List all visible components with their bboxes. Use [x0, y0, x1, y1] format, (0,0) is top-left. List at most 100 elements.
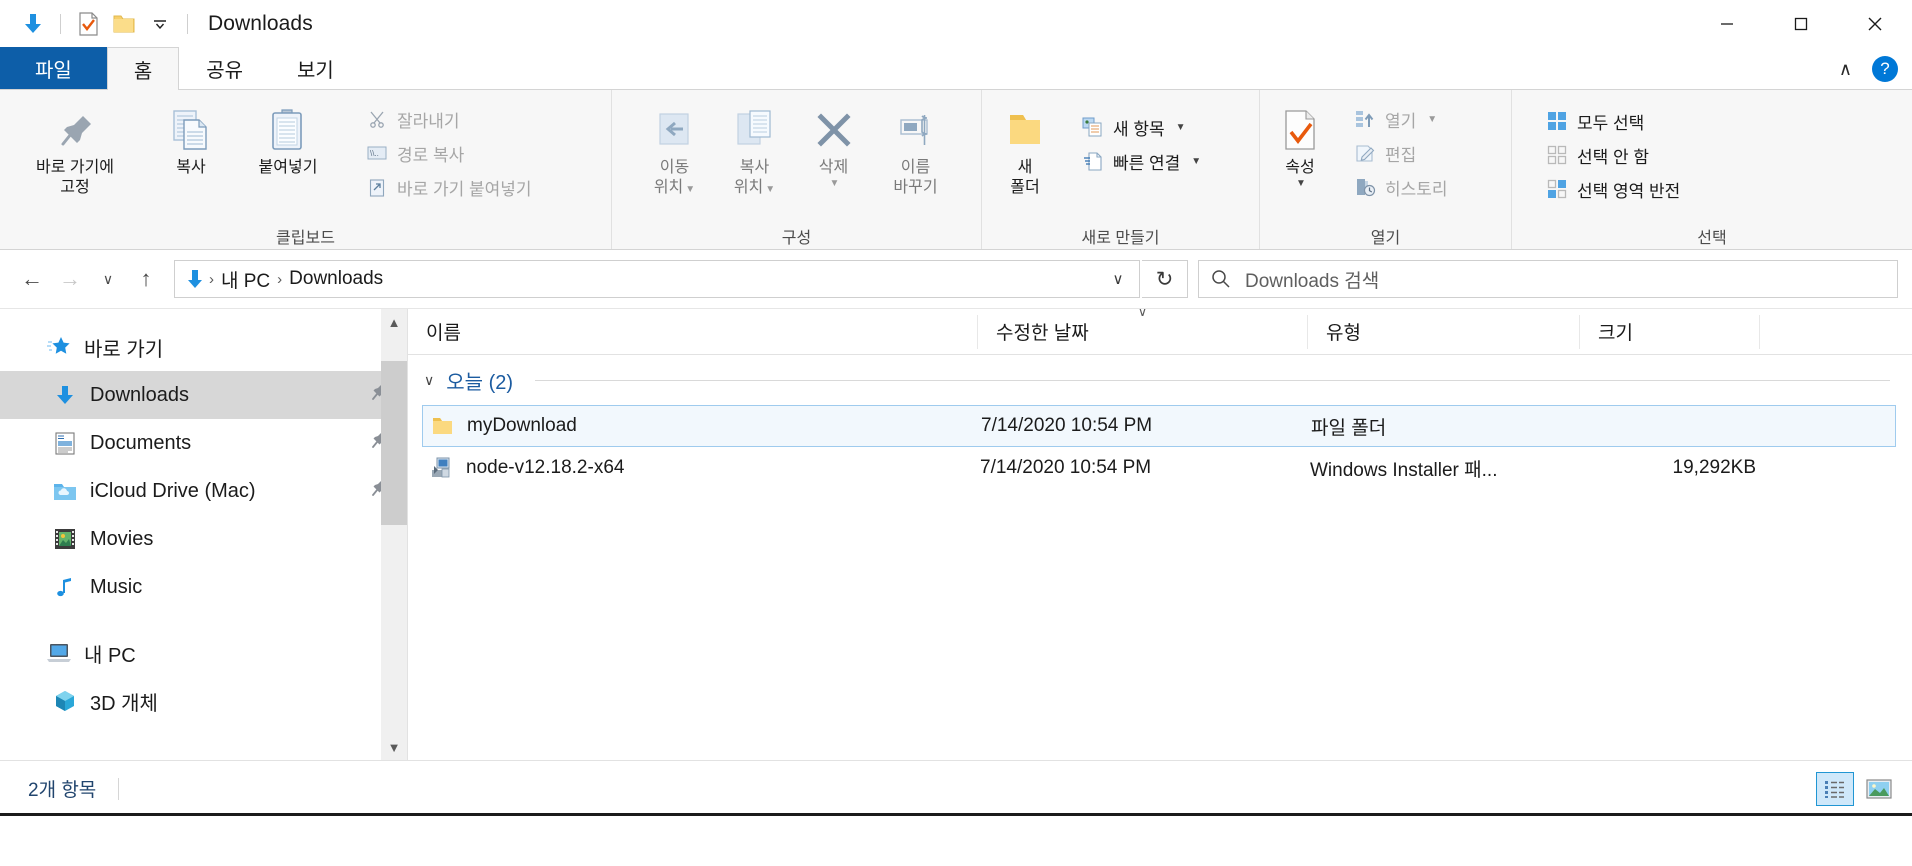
column-date-modified[interactable]: ∨ 수정한 날짜 — [978, 309, 1308, 349]
scroll-down-icon[interactable]: ▼ — [381, 734, 407, 760]
breadcrumb-item-this-pc[interactable]: 내 PC — [216, 266, 275, 293]
pin-to-quick-access-button[interactable]: 바로 가기에 고정 — [0, 100, 150, 202]
new-folder-icon[interactable] — [107, 7, 141, 41]
paste-label: 붙여넣기 — [258, 159, 318, 176]
sort-indicator-icon: ∨ — [1137, 309, 1148, 319]
delete-button[interactable]: 삭제 ▼ — [795, 100, 873, 195]
search-input[interactable]: Downloads 검색 — [1245, 266, 1379, 293]
column-type-label: 유형 — [1326, 323, 1361, 344]
ribbon-group-organize: 이동 위치 ▼ 복사 위치 ▼ 삭제 ▼ 이름 바꾸기 구성 — [612, 90, 982, 249]
customize-chevron-icon[interactable] — [143, 7, 177, 41]
tab-home[interactable]: 홈 — [106, 47, 180, 90]
open-button[interactable]: 열기 ▼ — [1346, 102, 1456, 136]
sidebar-item-downloads[interactable]: Downloads — [0, 371, 407, 419]
new-item-icon — [1082, 116, 1104, 138]
table-row[interactable]: node-v12.18.2-x64 7/14/2020 10:54 PM Win… — [422, 447, 1896, 489]
easy-access-label: 빠른 연결 — [1113, 153, 1181, 173]
open-caret[interactable]: ▼ — [1427, 114, 1437, 125]
breadcrumb[interactable]: › 내 PC › Downloads ∨ — [174, 260, 1140, 298]
open-small-commands: 열기 ▼ 편집 히스토리 — [1346, 100, 1456, 204]
copy-button[interactable]: 복사 — [150, 100, 232, 182]
divider — [60, 14, 61, 34]
paste-shortcut-button[interactable]: 바로 가기 붙여넣기 — [358, 170, 540, 204]
sidebar-item-quick-access[interactable]: 바로 가기 — [0, 323, 407, 371]
copy-to-button[interactable]: 복사 위치 ▼ — [715, 100, 795, 202]
tab-file[interactable]: 파일 — [0, 47, 107, 89]
help-button[interactable]: ? — [1872, 56, 1898, 82]
large-icons-view-button[interactable] — [1860, 772, 1898, 806]
folder-icon — [429, 413, 455, 439]
select-none-button[interactable]: 선택 안 함 — [1538, 138, 1688, 172]
sidebar-item-music[interactable]: Music — [0, 563, 407, 611]
column-size[interactable]: 크기 — [1580, 314, 1760, 349]
navigation-scrollbar[interactable]: ▲ ▼ — [381, 309, 407, 760]
new-item-button[interactable]: 새 항목 ▼ — [1074, 110, 1209, 144]
sidebar-item-icloud-drive[interactable]: iCloud Drive (Mac) — [0, 467, 407, 515]
cut-button[interactable]: 잘라내기 — [358, 102, 540, 136]
tab-view[interactable]: 보기 — [270, 47, 361, 89]
group-header-today[interactable]: ∨ 오늘 (2) — [408, 355, 1912, 405]
rename-button[interactable]: 이름 바꾸기 — [873, 100, 959, 202]
up-button[interactable]: ↑ — [128, 261, 164, 297]
refresh-button[interactable]: ↻ — [1142, 260, 1188, 298]
move-to-button[interactable]: 이동 위치 ▼ — [635, 100, 715, 202]
breadcrumb-dropdown-icon[interactable]: ∨ — [1103, 262, 1133, 296]
3d-objects-icon — [52, 688, 78, 714]
forward-button[interactable]: → — [52, 261, 88, 297]
copy-to-label-line2: 위치 — [733, 179, 764, 196]
delete-label: 삭제 — [818, 159, 849, 176]
properties-button[interactable]: 속성 ▼ — [1260, 100, 1340, 195]
paste-button[interactable]: 붙여넣기 — [232, 100, 344, 182]
sidebar-item-movies[interactable]: Movies — [0, 515, 407, 563]
chevron-down-icon[interactable]: ∨ — [424, 372, 434, 389]
search-box[interactable]: Downloads 검색 — [1198, 260, 1898, 298]
easy-access-button[interactable]: 빠른 연결 ▼ — [1074, 144, 1209, 178]
easy-access-caret[interactable]: ▼ — [1191, 156, 1201, 167]
sidebar-label: Downloads — [90, 383, 189, 406]
properties-caret[interactable]: ▼ — [1287, 178, 1314, 191]
cell-name: myDownload — [429, 413, 981, 439]
maximize-button[interactable] — [1764, 0, 1838, 48]
details-view-button[interactable] — [1816, 771, 1854, 806]
ribbon: 바로 가기에 고정 복사 붙여넣기 잘라내기 \\.. 경로 복사 바로 가기 … — [0, 90, 1912, 250]
new-item-caret[interactable]: ▼ — [1176, 122, 1186, 133]
group-label-new: 새로 만들기 — [1081, 230, 1160, 247]
copy-path-label: 경로 복사 — [397, 145, 465, 165]
sidebar-item-3d-objects[interactable]: 3D 개체 — [0, 677, 407, 725]
breadcrumb-item-downloads[interactable]: Downloads — [284, 268, 388, 290]
sidebar-item-documents[interactable]: Documents — [0, 419, 407, 467]
select-all-button[interactable]: 모두 선택 — [1538, 104, 1688, 138]
pin-label-line2: 고정 — [60, 179, 90, 196]
scroll-up-icon[interactable]: ▲ — [381, 309, 407, 335]
delete-caret[interactable]: ▼ — [821, 178, 848, 191]
new-folder-label-line2: 폴더 — [1010, 179, 1040, 196]
copy-path-button[interactable]: \\.. 경로 복사 — [358, 136, 540, 170]
history-button[interactable]: 히스토리 — [1346, 170, 1456, 204]
window-controls — [1690, 0, 1912, 48]
column-type[interactable]: 유형 — [1308, 314, 1580, 349]
cell-type: Windows Installer 패... — [1310, 459, 1498, 481]
pin-icon — [53, 104, 97, 156]
move-to-label-line2: 위치 — [653, 179, 684, 196]
sidebar-item-this-pc[interactable]: 내 PC — [0, 629, 407, 677]
minimize-button[interactable] — [1690, 0, 1764, 48]
scrollbar-thumb[interactable] — [381, 361, 407, 525]
group-header-label[interactable]: 오늘 (2) — [446, 366, 513, 395]
tab-share[interactable]: 공유 — [179, 47, 270, 89]
close-button[interactable] — [1838, 0, 1912, 48]
navigation-pane: 바로 가기 Downloads Documents iCloud Drive (… — [0, 309, 408, 760]
ribbon-group-new: 새 폴더 새 항목 ▼ 빠른 연결 ▼ 새로 만들기 — [982, 90, 1260, 249]
column-name[interactable]: 이름 — [408, 314, 978, 349]
download-arrow-icon[interactable] — [16, 7, 50, 41]
edit-button[interactable]: 편집 — [1346, 136, 1456, 170]
large-icons-view-icon — [1866, 778, 1892, 799]
easy-access-icon — [1082, 150, 1104, 172]
invert-selection-button[interactable]: 선택 영역 반전 — [1538, 172, 1688, 206]
properties-check-icon[interactable] — [71, 7, 105, 41]
new-folder-label-line1: 새 — [1017, 159, 1033, 176]
table-row[interactable]: myDownload 7/14/2020 10:54 PM 파일 폴더 — [422, 405, 1896, 447]
new-folder-button[interactable]: 새 폴더 — [982, 100, 1068, 202]
collapse-ribbon-button[interactable]: ∧ — [1833, 59, 1858, 80]
recent-locations-button[interactable]: ∨ — [90, 261, 126, 297]
back-button[interactable]: ← — [14, 261, 50, 297]
